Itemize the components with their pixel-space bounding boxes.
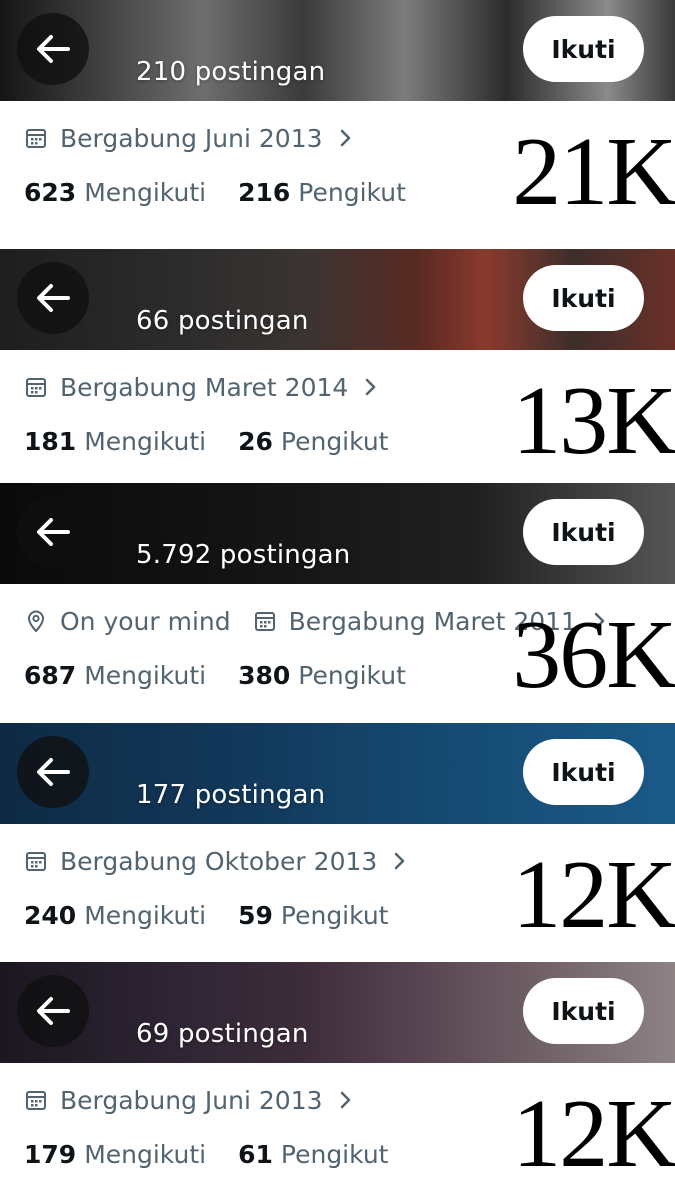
calendar-icon [24,849,48,873]
profile-card-2: Ikuti 66 postingan Bergabung Maret 2014 … [0,249,675,480]
joined-date: Bergabung Juni 2013 [60,123,323,153]
followers-label: Pengikut [280,426,389,456]
follow-button[interactable]: Ikuti [523,16,644,82]
chevron-right-icon [339,128,353,148]
joined-date: Bergabung Maret 2014 [60,372,349,402]
profile-card-5: Ikuti 69 postingan Bergabung Juni 2013 1… [0,962,675,1200]
post-count: 5.792 postingan [136,540,351,570]
profile-meta: Bergabung Maret 2014 [24,369,378,405]
following-label: Mengikuti [84,177,207,207]
profile-card-3: Ikuti 5.792 postingan On your mind Berga… [0,483,675,719]
arrow-left-icon [37,284,70,312]
follow-stats: 623 Mengikuti 216 Pengikut [24,174,406,210]
followers-link[interactable]: 380 Pengikut [238,661,406,690]
view-count-overlay: 21K [512,118,675,226]
back-button[interactable] [17,262,89,334]
follow-button[interactable]: Ikuti [523,265,644,331]
view-count-overlay: 12K [512,841,675,949]
following-label: Mengikuti [84,900,207,930]
location-pin-icon [24,609,48,633]
followers-count: 216 [238,177,291,207]
joined-date-link[interactable]: Bergabung Maret 2014 [24,373,378,402]
post-count: 177 postingan [136,780,326,810]
following-label: Mengikuti [84,660,207,690]
joined-date-link[interactable]: Bergabung Juni 2013 [24,1086,353,1115]
location: On your mind [24,607,231,636]
followers-count: 59 [238,900,273,930]
calendar-icon [24,375,48,399]
following-count: 240 [24,900,77,930]
back-button[interactable] [17,975,89,1047]
followers-label: Pengikut [298,660,406,690]
back-button[interactable] [17,496,89,568]
calendar-icon [253,609,277,633]
followers-link[interactable]: 216 Pengikut [238,178,406,207]
following-link[interactable]: 179 Mengikuti [24,1140,206,1169]
followers-count: 61 [238,1139,273,1169]
following-label: Mengikuti [84,426,207,456]
following-count: 179 [24,1139,77,1169]
following-link[interactable]: 240 Mengikuti [24,901,206,930]
following-count: 623 [24,177,77,207]
chevron-right-icon [364,377,378,397]
profile-meta: Bergabung Juni 2013 [24,1082,353,1118]
followers-label: Pengikut [280,900,389,930]
profile-card-4: Ikuti 177 postingan Bergabung Oktober 20… [0,723,675,959]
arrow-left-icon [37,518,70,546]
following-link[interactable]: 687 Mengikuti [24,661,206,690]
view-count-overlay: 13K [512,367,675,475]
follow-stats: 687 Mengikuti 380 Pengikut [24,657,406,693]
calendar-icon [24,126,48,150]
follow-button[interactable]: Ikuti [523,978,644,1044]
chevron-right-icon [393,851,407,871]
following-count: 687 [24,660,77,690]
post-count: 66 postingan [136,306,309,336]
view-count-overlay: 12K [512,1080,675,1188]
back-button[interactable] [17,736,89,808]
arrow-left-icon [37,997,70,1025]
followers-count: 26 [238,426,273,456]
joined-date-link[interactable]: Bergabung Oktober 2013 [24,847,407,876]
follow-stats: 179 Mengikuti 61 Pengikut [24,1136,389,1172]
followers-link[interactable]: 61 Pengikut [238,1140,388,1169]
joined-date-link[interactable]: Bergabung Juni 2013 [24,124,353,153]
calendar-icon [24,1088,48,1112]
followers-link[interactable]: 26 Pengikut [238,427,388,456]
profile-card-1: Ikuti 210 postingan Bergabung Juni 2013 … [0,0,675,244]
following-count: 181 [24,426,77,456]
chevron-right-icon [339,1090,353,1110]
post-count: 69 postingan [136,1019,309,1049]
profile-meta: Bergabung Juni 2013 [24,120,353,156]
following-link[interactable]: 181 Mengikuti [24,427,206,456]
followers-label: Pengikut [280,1139,389,1169]
follow-button[interactable]: Ikuti [523,499,644,565]
followers-count: 380 [238,660,291,690]
arrow-left-icon [37,758,70,786]
joined-date: Bergabung Oktober 2013 [60,846,378,876]
following-label: Mengikuti [84,1139,207,1169]
joined-date: Bergabung Juni 2013 [60,1085,323,1115]
follow-stats: 181 Mengikuti 26 Pengikut [24,423,389,459]
post-count: 210 postingan [136,57,326,87]
following-link[interactable]: 623 Mengikuti [24,178,206,207]
profile-meta: Bergabung Oktober 2013 [24,843,407,879]
back-button[interactable] [17,13,89,85]
followers-label: Pengikut [298,177,406,207]
location-text: On your mind [60,606,231,636]
follow-button[interactable]: Ikuti [523,739,644,805]
view-count-overlay: 36K [512,601,675,709]
followers-link[interactable]: 59 Pengikut [238,901,388,930]
follow-stats: 240 Mengikuti 59 Pengikut [24,897,389,933]
arrow-left-icon [37,35,70,63]
